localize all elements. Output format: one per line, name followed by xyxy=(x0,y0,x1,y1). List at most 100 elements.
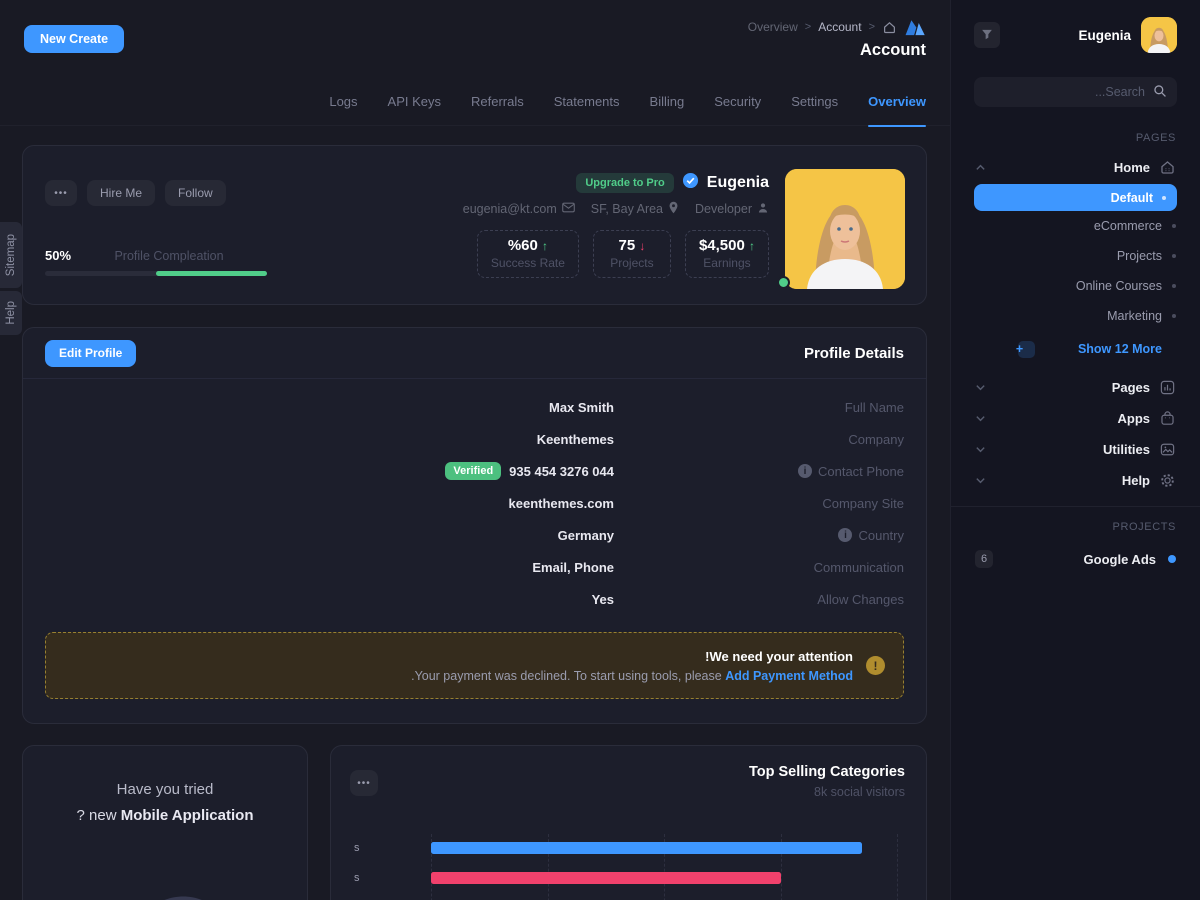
user-name[interactable]: Eugenia xyxy=(707,174,769,192)
location-link[interactable]: SF, Bay Area xyxy=(591,201,679,217)
tab-security[interactable]: Security xyxy=(714,78,761,126)
breadcrumb-overview[interactable]: Overview xyxy=(748,20,798,34)
arrow-up-icon: ↑ xyxy=(542,239,548,253)
more-options-button[interactable]: ••• xyxy=(45,180,77,206)
details-rows: Max Smith Full Name Keenthemes Company V… xyxy=(23,379,926,615)
profile-details-card: Edit Profile Profile Details Max Smith F… xyxy=(22,327,927,724)
sidebar-item-home[interactable]: Home xyxy=(951,153,1200,181)
sidebar-item-projects[interactable]: Projects xyxy=(951,241,1200,271)
upgrade-to-pro-badge[interactable]: Upgrade to Pro xyxy=(576,173,673,193)
search-input[interactable] xyxy=(974,77,1177,107)
sitemap-edge-tab[interactable]: Sitemap xyxy=(0,222,22,288)
sidebar-group-apps[interactable]: Apps xyxy=(951,403,1200,434)
show-more-link[interactable]: + Show 12 More xyxy=(951,334,1200,364)
home-icon[interactable] xyxy=(882,20,897,35)
sidebar-user-name[interactable]: Eugenia xyxy=(1078,28,1131,43)
bullet-dot xyxy=(1172,314,1176,318)
metronic-logo-icon[interactable] xyxy=(904,18,926,36)
sidebar-group-help[interactable]: Help xyxy=(951,465,1200,496)
sidebar-divider xyxy=(951,506,1200,507)
stat-success-rate: %60 ↑ Success Rate xyxy=(477,230,579,278)
sidebar-user-avatar[interactable] xyxy=(1141,17,1177,53)
envelope-icon xyxy=(562,202,575,216)
filter-button[interactable] xyxy=(974,22,1000,48)
help-edge-tab[interactable]: Help xyxy=(0,291,22,335)
sidebar-group-utilities[interactable]: Utilities xyxy=(951,434,1200,465)
breadcrumb: Overview > Account > xyxy=(748,18,926,36)
woman-illustration xyxy=(50,875,280,900)
edit-profile-button[interactable]: Edit Profile xyxy=(45,340,136,367)
search-icon[interactable] xyxy=(1153,84,1167,103)
sidebar-group-pages[interactable]: Pages xyxy=(951,372,1200,403)
email-link[interactable]: eugenia@kt.com xyxy=(463,201,575,217)
role-link[interactable]: Developer xyxy=(695,201,769,217)
details-header: Edit Profile Profile Details xyxy=(23,328,926,379)
chart-more-button[interactable]: ••• xyxy=(350,770,378,796)
status-dot xyxy=(1168,555,1176,563)
profile-avatar xyxy=(785,169,905,289)
pages-section-label: PAGES xyxy=(975,132,1176,144)
verified-check-icon xyxy=(682,172,699,194)
person-icon xyxy=(757,202,769,217)
create-new-button[interactable]: New Create xyxy=(24,25,124,53)
mobile-app-card: Have you tried ? new Mobile Application xyxy=(22,745,308,900)
app-root: New Create Overview > Account > Account … xyxy=(0,0,1200,900)
breadcrumb-account[interactable]: Account xyxy=(818,20,861,34)
tab-overview-active[interactable]: Overview xyxy=(868,78,926,126)
chevron-down-icon xyxy=(975,475,986,486)
sidebar-item-ecommerce[interactable]: eCommerce xyxy=(951,211,1200,241)
tab-billing[interactable]: Billing xyxy=(650,78,685,126)
detail-row-country: Germany iCountry xyxy=(45,519,904,551)
sidebar-item-default-active[interactable]: Default xyxy=(974,184,1177,211)
chevron-up-icon xyxy=(975,162,986,173)
chart-bar-blue[interactable] xyxy=(431,842,862,854)
chart-bar-red[interactable] xyxy=(431,872,781,884)
stat-projects: 75 ↓ Projects xyxy=(593,230,671,278)
chart-category-label: s xyxy=(354,872,360,884)
sidebar-user-row: Eugenia xyxy=(951,0,1200,53)
arrow-down-icon: ↓ xyxy=(639,239,645,253)
sidebar-item-online-courses[interactable]: Online Courses xyxy=(951,271,1200,301)
detail-row-full-name: Max Smith Full Name xyxy=(45,391,904,423)
sidebar-item-google-ads[interactable]: 6 Google Ads xyxy=(951,545,1200,573)
arrow-up-icon: ↑ xyxy=(749,239,755,253)
count-badge: 6 xyxy=(975,550,993,568)
right-sidebar: Eugenia PAGES Home Default xyxy=(950,0,1200,900)
hire-me-button[interactable]: Hire Me xyxy=(87,180,155,206)
mobile-card-line1: Have you tried xyxy=(23,781,307,798)
progress-bar xyxy=(45,271,267,276)
bullet-dot xyxy=(1162,196,1166,200)
tab-referrals[interactable]: Referrals xyxy=(471,78,524,126)
detail-row-company: Keenthemes Company xyxy=(45,423,904,455)
tab-settings[interactable]: Settings xyxy=(791,78,838,126)
tab-api-keys[interactable]: API Keys xyxy=(388,78,441,126)
info-icon[interactable]: i xyxy=(838,528,852,542)
tab-bar: Logs API Keys Referrals Statements Billi… xyxy=(0,78,950,126)
chart-title: Top Selling Categories xyxy=(749,764,905,780)
online-status-dot xyxy=(777,276,790,289)
tab-logs[interactable]: Logs xyxy=(329,78,357,126)
chevron-down-icon xyxy=(975,444,986,455)
breadcrumb-separator: > xyxy=(805,21,811,33)
profile-meta: eugenia@kt.com SF, Bay Area Developer xyxy=(463,201,769,217)
chevron-down-icon xyxy=(975,413,986,424)
sidebar-groups: Pages Apps Utilities Help xyxy=(951,372,1200,496)
completion-label: Profile Compleation xyxy=(71,249,267,263)
chart-subtitle: 8k social visitors xyxy=(814,785,905,799)
gear-icon xyxy=(1159,472,1176,489)
profile-completion: 50% Profile Compleation xyxy=(45,248,267,276)
profile-summary-card: ••• Hire Me Follow Upgrade to Pro Eugeni… xyxy=(22,145,927,305)
add-payment-method-link[interactable]: Add Payment Method xyxy=(725,669,853,683)
mobile-card-line2: ? new Mobile Application xyxy=(23,807,307,824)
bullet-dot xyxy=(1172,284,1176,288)
detail-row-company-site: keenthemes.com Company Site xyxy=(45,487,904,519)
breadcrumb-separator: > xyxy=(869,21,875,33)
details-title: Profile Details xyxy=(804,345,904,362)
follow-button[interactable]: Follow xyxy=(165,180,226,206)
tab-statements[interactable]: Statements xyxy=(554,78,620,126)
chart-category-label: s xyxy=(354,842,360,854)
sidebar-item-marketing[interactable]: Marketing xyxy=(951,301,1200,331)
sidebar-search xyxy=(974,77,1177,107)
info-icon[interactable]: i xyxy=(798,464,812,478)
detail-row-allow-changes: Yes Allow Changes xyxy=(45,583,904,615)
